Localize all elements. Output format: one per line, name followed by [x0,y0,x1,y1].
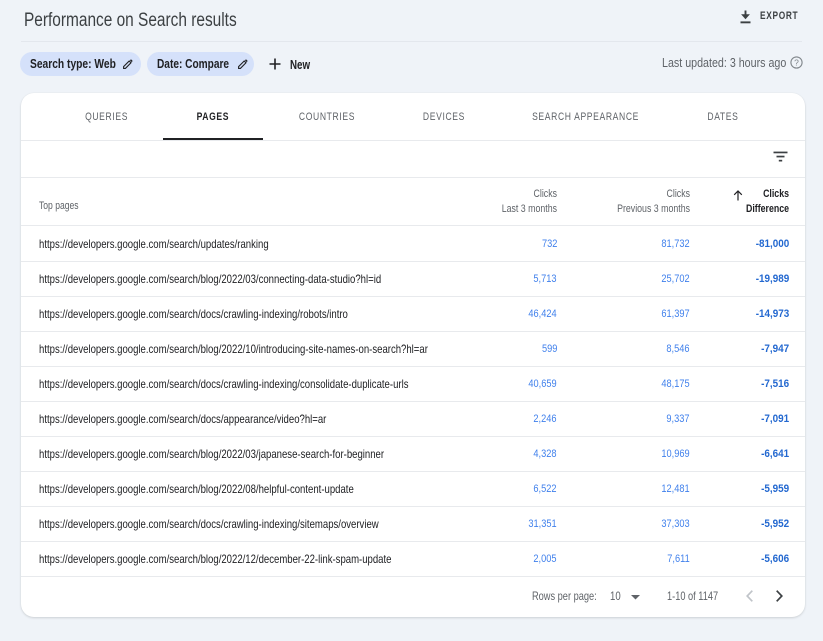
svg-text:?: ? [794,57,799,67]
